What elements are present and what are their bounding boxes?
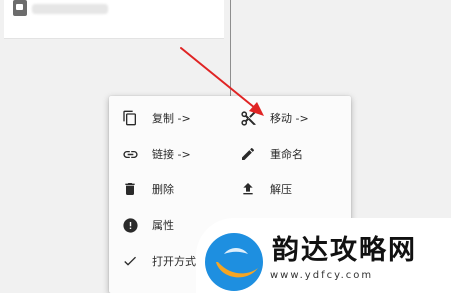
menu-item-rename[interactable]: 重命名 <box>239 141 303 167</box>
link-icon <box>121 145 139 163</box>
menu-item-open-with[interactable]: 打开方式... <box>121 248 207 274</box>
scissors-icon <box>239 109 257 127</box>
file-icon <box>13 0 27 16</box>
menu-item-link[interactable]: 链接 -> <box>121 141 191 167</box>
menu-item-label: 复制 -> <box>152 112 191 125</box>
menu-item-label: 解压 <box>270 183 292 196</box>
trash-icon <box>121 180 139 198</box>
watermark-logo: 韵达攻略网 www.ydfcy.com <box>196 218 451 293</box>
menu-item-label: 链接 -> <box>152 148 191 161</box>
menu-item-label: 属性 <box>152 219 174 232</box>
menu-item-extract[interactable]: 解压 <box>239 176 292 202</box>
menu-item-properties[interactable]: 属性 <box>121 212 174 238</box>
menu-item-label: 移动 -> <box>270 112 309 125</box>
menu-item-delete[interactable]: 删除 <box>121 176 174 202</box>
menu-item-label: 删除 <box>152 183 174 196</box>
copy-icon <box>121 109 139 127</box>
file-name-blurred <box>32 4 108 14</box>
check-icon <box>121 252 139 270</box>
pane-splitter[interactable] <box>230 0 231 102</box>
file-list-item[interactable] <box>4 0 224 39</box>
watermark-title: 韵达攻略网 <box>272 235 417 266</box>
pencil-icon <box>239 145 257 163</box>
watermark-logo-icon <box>205 233 263 291</box>
menu-item-copy[interactable]: 复制 -> <box>121 105 191 131</box>
upload-icon <box>239 180 257 198</box>
watermark-url: www.ydfcy.com <box>270 270 374 281</box>
menu-item-label: 重命名 <box>270 148 303 161</box>
menu-item-move[interactable]: 移动 -> <box>239 105 309 131</box>
info-icon <box>121 216 139 234</box>
